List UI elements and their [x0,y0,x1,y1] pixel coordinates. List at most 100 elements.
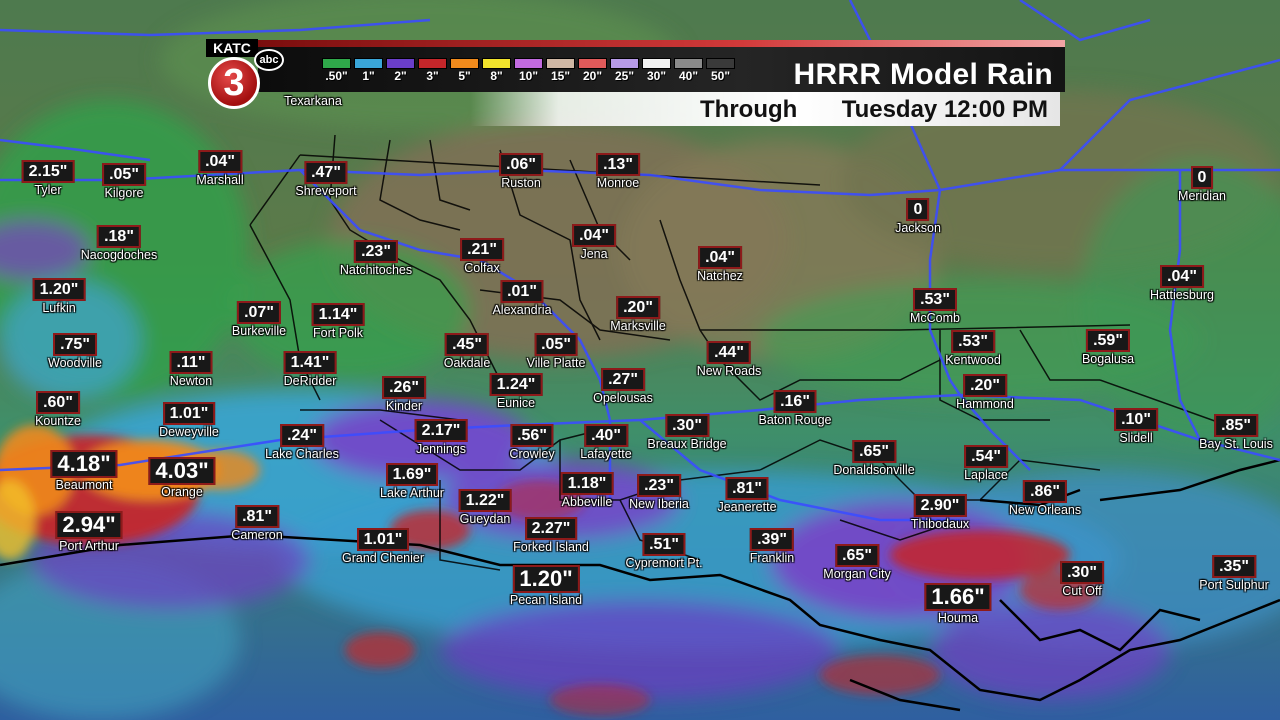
legend-item: 20" [578,58,607,84]
rain-total: .86" [1023,480,1067,503]
rain-total: .01" [500,280,544,303]
legend-swatch [642,58,671,69]
legend-label: .50" [325,69,348,83]
legend-item: 3" [418,58,447,84]
legend-item: .50" [322,58,351,84]
rain-total: .65" [852,440,896,463]
rain-total: .35" [1212,555,1256,578]
header-banner: .50" 1" 2" 3" 5" 8" 10" 15" 20" 25" 30" 40" 50" HRRR… [230,40,1065,92]
city-name: Kilgore [104,186,144,200]
city-label: .59" Bogalusa [1082,329,1134,366]
city-label: .75" Woodville [48,333,102,370]
city-label: 2.17" Jennings [414,419,468,456]
rain-total: .59" [1086,329,1130,352]
city-name: McComb [909,311,961,325]
rain-total: .30" [1060,561,1104,584]
rain-total: .81" [725,477,769,500]
legend-item: 5" [450,58,479,84]
city-name: Shreveport [295,184,357,198]
legend-swatch [546,58,575,69]
station-logo: KATC 3 abc [206,37,284,115]
rain-total: 1.20" [32,278,86,301]
rain-total: 1.18" [560,472,614,495]
city-label: .16" Baton Rouge [759,390,831,427]
legend-swatch [386,58,415,69]
city-name: Gueydan [459,512,511,526]
city-label: .04" Hattiesburg [1150,265,1214,302]
city-label: .53" Kentwood [945,330,1001,367]
city-label: .10" Slidell [1114,408,1158,445]
city-name: Houma [937,611,979,625]
legend-band: .50" 1" 2" 3" 5" 8" 10" 15" 20" 25" 30" 40" 50" HRRR… [258,47,1065,92]
city-name: Colfax [464,261,500,275]
rain-total: 2.15" [21,160,75,183]
legend-item: 8" [482,58,511,84]
rain-total: 2.17" [414,419,468,442]
city-name: Crowley [509,447,555,461]
city-label: 2.94" Port Arthur [55,511,123,553]
city-name: New Iberia [629,497,689,511]
city-name: Kinder [385,399,423,413]
city-label: .01" Alexandria [492,280,552,317]
city-name: Lufkin [42,301,76,315]
city-name: Burkeville [231,324,287,338]
city-name: Abbeville [561,495,613,509]
city-name: New Orleans [1008,503,1082,517]
legend-swatch [482,58,511,69]
city-label: .86" New Orleans [1009,480,1081,517]
rain-total: .26" [382,376,426,399]
city-label: 1.69" Lake Arthur [380,463,444,500]
city-name: Cypremort Pt. [625,556,703,570]
rain-total: .30" [665,414,709,437]
legend-swatch [354,58,383,69]
city-label: 1.20" Pecan Island [510,565,582,607]
rain-total: 0 [906,198,930,221]
city-name: Lake Arthur [380,486,444,500]
rain-total: 1.14" [311,303,365,326]
city-label: .05" Kilgore [102,163,146,200]
rain-total: .81" [235,505,279,528]
city-label: Texarkana [284,94,342,108]
city-name: Pecan Island [509,593,583,607]
city-name: Lake Charles [265,447,339,461]
city-label: .24" Lake Charles [265,424,339,461]
city-label: .44" New Roads [697,341,761,378]
city-name: Kentwood [945,353,1001,367]
rain-total: .13" [596,153,640,176]
rain-total: .20" [616,296,660,319]
city-label: 1.01" Deweyville [159,402,219,439]
city-label: 1.01" Grand Chenier [342,528,424,565]
city-label: .81" Jeanerette [717,477,777,514]
rain-total: 1.20" [512,565,580,593]
city-name: Lafayette [580,447,632,461]
city-name: Hammond [956,397,1014,411]
city-label: .30" Breaux Bridge [647,414,727,451]
city-name: Donaldsonville [833,463,915,477]
legend-item: 50" [706,58,735,84]
city-label: .56" Crowley [509,424,555,461]
legend-item: 1" [354,58,383,84]
rain-legend: .50" 1" 2" 3" 5" 8" 10" 15" 20" 25" 30" 40" 50" [322,58,735,84]
legend-label: 5" [458,69,471,83]
city-name: Bogalusa [1081,352,1135,366]
legend-item: 40" [674,58,703,84]
city-name: Ville Platte [526,356,586,370]
rain-total: .53" [951,330,995,353]
legend-label: 8" [490,69,503,83]
rain-total: 1.24" [489,373,543,396]
city-name: Oakdale [443,356,491,370]
city-name: Marksville [610,319,666,333]
rain-total: .45" [445,333,489,356]
rain-total: 4.03" [148,457,216,485]
rain-total: .40" [584,424,628,447]
city-label: 1.22" Gueydan [458,489,512,526]
legend-item: 10" [514,58,543,84]
legend-label: 1" [362,69,375,83]
through-label: Through [700,96,798,123]
rain-total: .05" [534,333,578,356]
city-label: .07" Burkeville [232,301,286,338]
city-label: 1.20" Lufkin [32,278,86,315]
rain-total: .21" [460,238,504,261]
city-label: .18" Nacogdoches [81,225,157,262]
rain-total: .07" [237,301,281,324]
